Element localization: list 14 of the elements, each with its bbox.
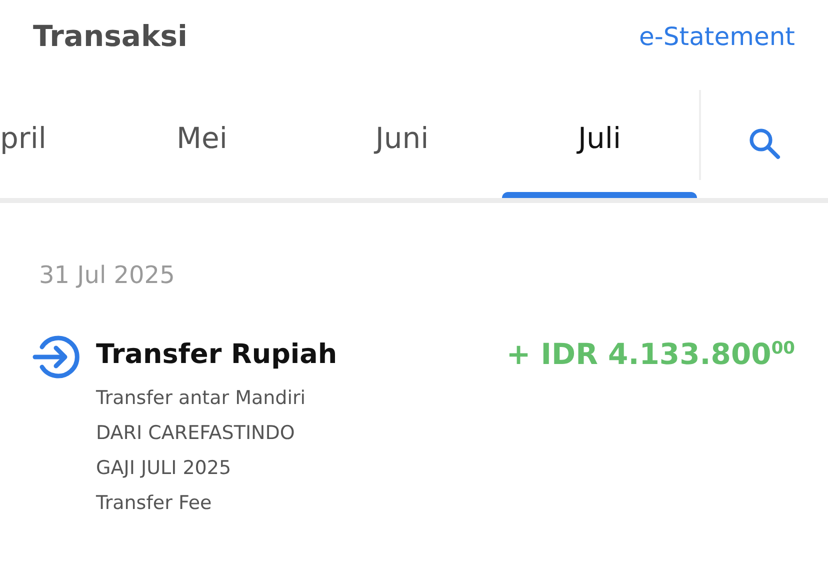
transaction-detail: DARI CAREFASTINDO <box>96 421 296 446</box>
month-tab[interactable]: Juni <box>302 90 502 198</box>
search-icon[interactable] <box>748 127 782 161</box>
transaction-detail: GAJI JULI 2025 <box>96 456 232 481</box>
transaction-title: Transfer Rupiah <box>96 339 338 370</box>
month-tab[interactable]: Juli <box>502 90 697 198</box>
page-title: Transaksi <box>33 19 188 53</box>
transaction-detail: Transfer Fee <box>96 491 213 516</box>
transaction-detail: Transfer antar Mandiri <box>96 386 307 411</box>
month-tab[interactable]: pril <box>0 90 102 198</box>
date-heading: 31 Jul 2025 <box>39 261 176 289</box>
transaction-amount: + IDR 4.133.800$^{00}$ <box>506 337 795 371</box>
e-statement-link[interactable]: e-Statement <box>639 22 795 50</box>
month-tab[interactable]: Mei <box>102 90 302 198</box>
